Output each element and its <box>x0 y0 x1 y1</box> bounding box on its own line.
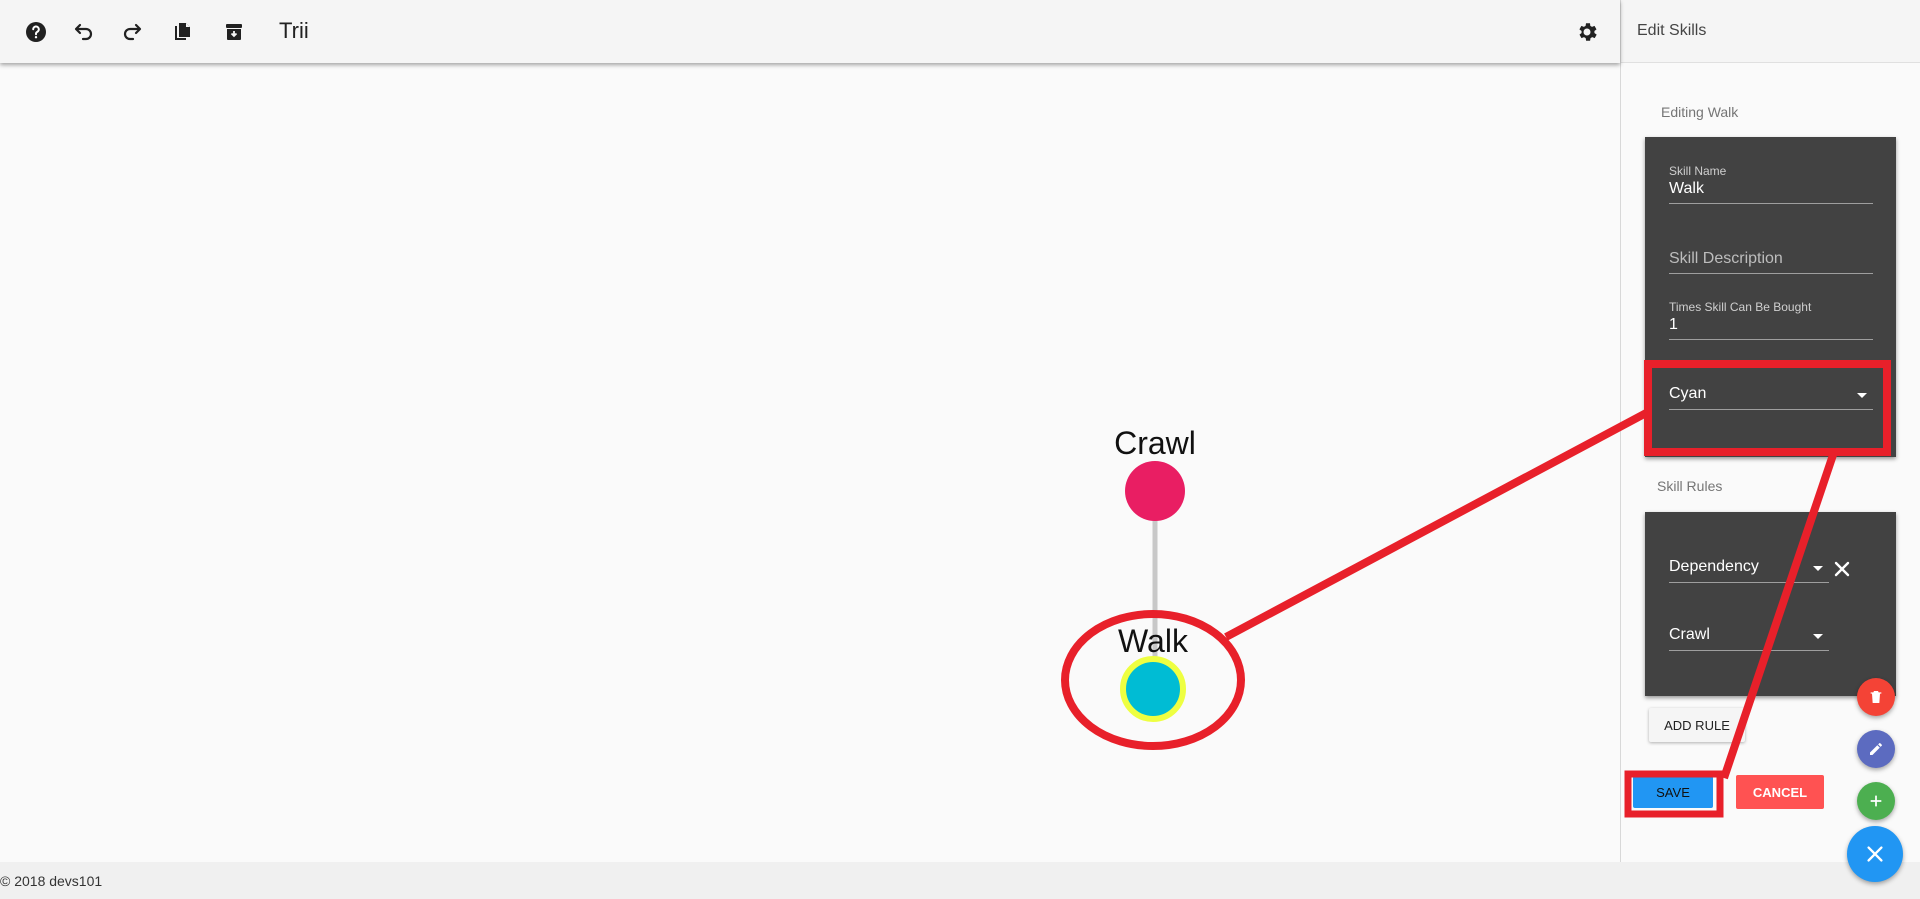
times-bought-field[interactable]: Times Skill Can Be Bought 1 <box>1669 300 1873 340</box>
editing-label: Editing Walk <box>1661 104 1739 120</box>
close-fab[interactable] <box>1847 826 1903 882</box>
panel-title: Edit Skills <box>1637 22 1707 39</box>
skill-name-label: Skill Name <box>1669 164 1727 178</box>
trash-icon <box>1870 691 1882 703</box>
skill-tree-canvas[interactable]: Crawl Walk <box>0 64 1620 862</box>
rule-target-select[interactable]: Crawl <box>1669 624 1829 651</box>
skill-details-card: Skill Name Walk Skill Description Times … <box>1645 137 1896 457</box>
skill-node-crawl[interactable] <box>1125 461 1185 521</box>
rule-type-select[interactable]: Dependency <box>1669 556 1829 583</box>
chevron-down-icon <box>1813 634 1823 639</box>
top-toolbar: Trii <box>0 0 1620 63</box>
skill-rules-card: Dependency Crawl <box>1645 512 1896 696</box>
skill-rules-label: Skill Rules <box>1657 478 1723 494</box>
node-label-crawl: Crawl <box>1114 425 1196 461</box>
edit-fab[interactable] <box>1857 730 1895 768</box>
skill-name-input[interactable]: Walk <box>1669 178 1873 204</box>
chevron-down-icon <box>1857 393 1867 398</box>
help-icon[interactable] <box>24 20 48 44</box>
color-select[interactable]: Cyan <box>1669 383 1873 410</box>
footer: © 2018 devs101 <box>0 862 1920 899</box>
close-icon <box>1867 846 1883 862</box>
panel-header: Edit Skills <box>1621 0 1920 63</box>
copyright-text: © 2018 devs101 <box>0 873 103 889</box>
close-icon[interactable] <box>1833 560 1851 578</box>
rule-target-value: Crawl <box>1669 626 1710 643</box>
delete-fab[interactable] <box>1857 678 1895 716</box>
pencil-icon <box>1870 743 1882 755</box>
node-label-walk: Walk <box>1118 623 1189 659</box>
times-bought-label: Times Skill Can Be Bought <box>1669 300 1812 314</box>
skill-node-walk[interactable] <box>1120 656 1186 722</box>
add-fab[interactable] <box>1857 782 1895 820</box>
archive-icon[interactable] <box>222 20 246 44</box>
skill-name-field[interactable]: Skill Name Walk <box>1669 164 1873 204</box>
skill-description-field[interactable]: Skill Description <box>1669 248 1873 274</box>
cancel-button[interactable]: CANCEL <box>1736 775 1824 809</box>
color-select-value: Cyan <box>1669 385 1707 402</box>
rule-type-value: Dependency <box>1669 558 1759 575</box>
copy-icon[interactable] <box>170 20 194 44</box>
chevron-down-icon <box>1813 566 1823 571</box>
plus-icon <box>1870 795 1882 807</box>
add-rule-button[interactable]: ADD RULE <box>1649 708 1745 742</box>
save-button[interactable]: SAVE <box>1633 776 1713 808</box>
times-bought-input[interactable]: 1 <box>1669 314 1873 340</box>
undo-icon[interactable] <box>72 20 96 44</box>
skill-description-input[interactable]: Skill Description <box>1669 248 1873 274</box>
gear-icon[interactable] <box>1575 20 1599 44</box>
redo-icon[interactable] <box>120 20 144 44</box>
app-title: Trii <box>279 18 309 43</box>
